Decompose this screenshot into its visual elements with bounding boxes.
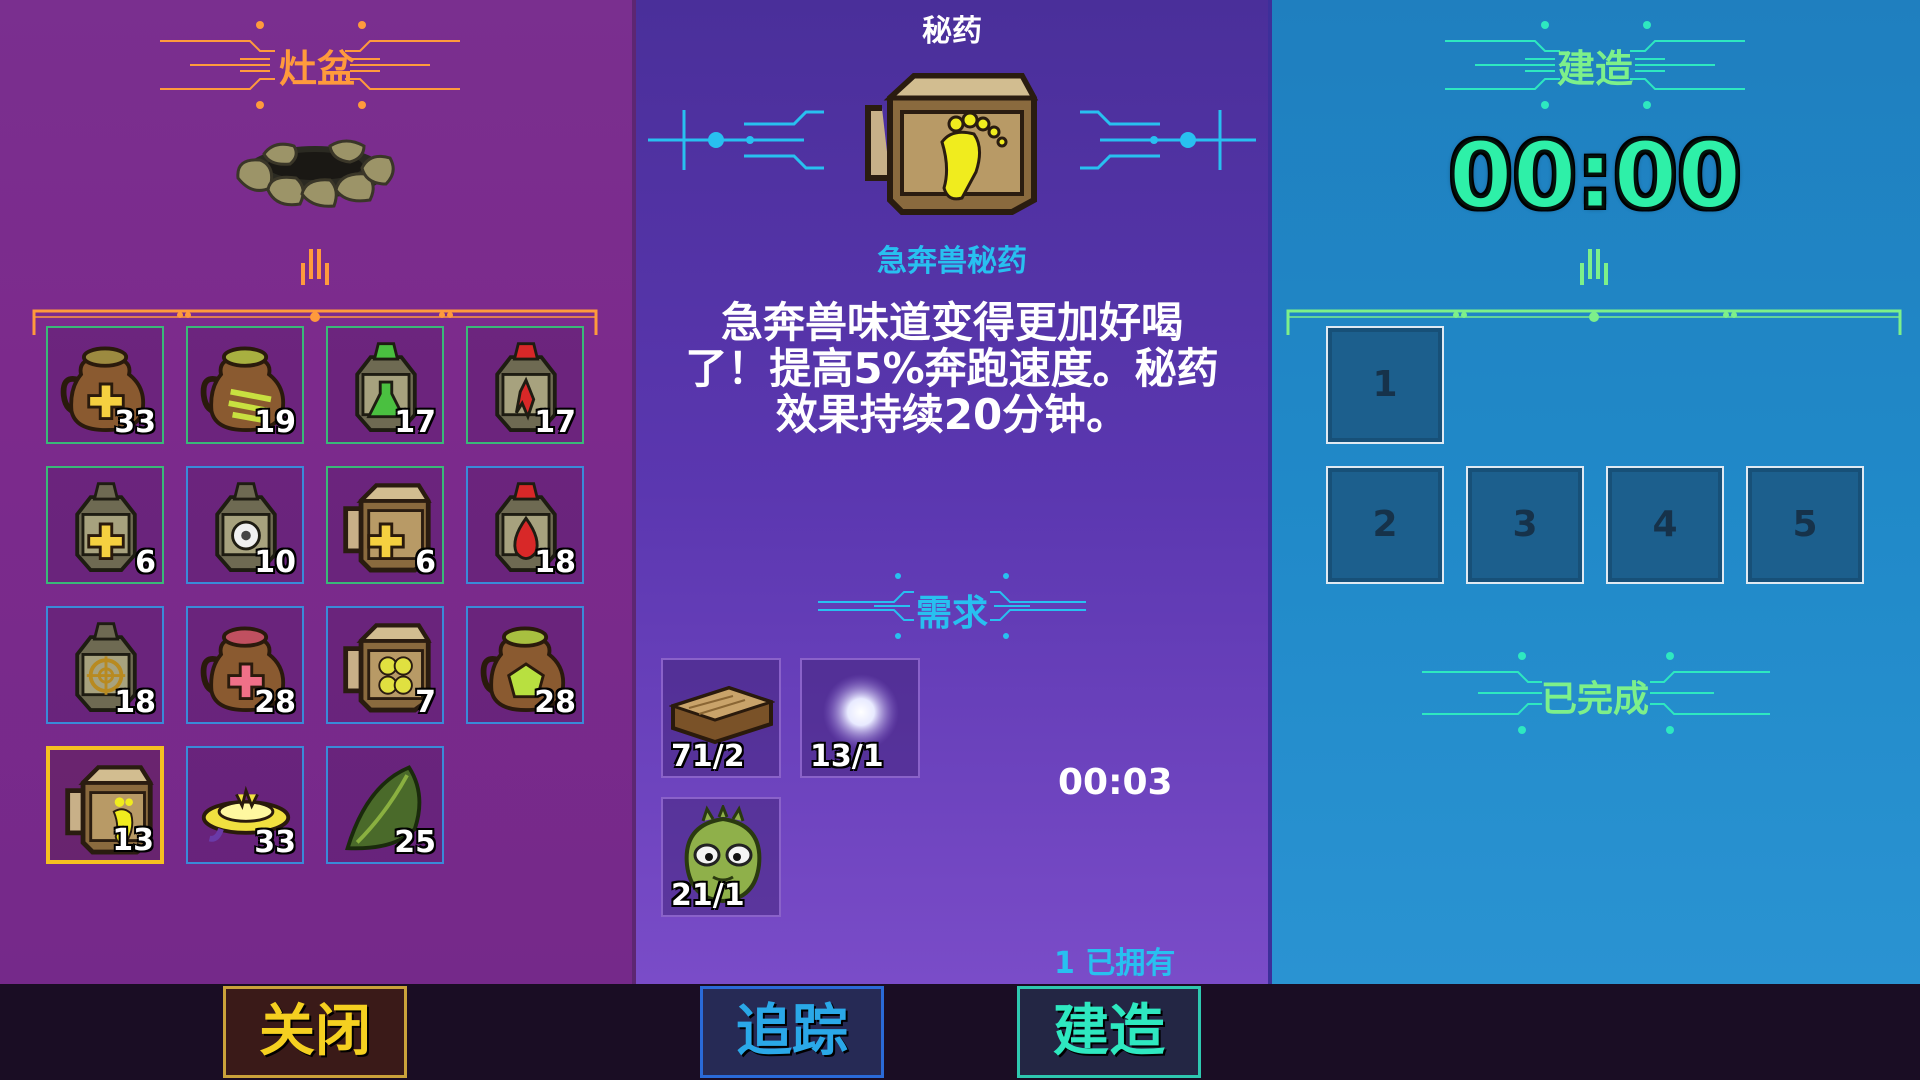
queue-slot[interactable]: 2 (1326, 466, 1444, 584)
build-timer: 00:00 (1447, 121, 1743, 231)
inventory-slot[interactable]: 7 (326, 606, 444, 724)
item-name: 急奔兽秘药 (877, 244, 1027, 279)
item-count: 33 (114, 405, 156, 440)
description-line: 效果持续20分钟。 (775, 390, 1129, 439)
panel-separator (632, 0, 636, 984)
queue-divider (1286, 249, 1902, 335)
queue-slot-number: 4 (1652, 504, 1678, 545)
description-line: 急奔兽味道变得更加好喝 (720, 298, 1183, 347)
requirement-count: 71/2 (671, 739, 745, 774)
requirement-count: 21/1 (671, 878, 745, 913)
panel-title: 灶盆 (278, 47, 355, 91)
inventory-slot[interactable]: 17 (326, 326, 444, 444)
panel-title: 建造 (1556, 47, 1633, 91)
inventory-slot[interactable]: 28 (186, 606, 304, 724)
inventory-slot[interactable]: 19 (186, 326, 304, 444)
requirements-title: 需求 (915, 593, 988, 634)
item-count: 25 (394, 825, 436, 860)
item-count: 18 (114, 685, 156, 720)
inventory-slot[interactable]: 6 (326, 466, 444, 584)
fire-pit-icon (236, 139, 395, 208)
inventory-slot[interactable]: 25 (326, 746, 444, 864)
requirement-slot[interactable]: 71/2 (661, 658, 781, 778)
item-count: 17 (394, 405, 436, 440)
recipe-panel: 秘药 急奔兽秘药 急奔兽味道变得更加好喝 了！提高5%奔跑速度。秘药 效果持续2… (634, 0, 1270, 984)
wood-plank-icon (669, 685, 775, 745)
requirement-slot[interactable]: 13/1 (800, 658, 920, 778)
queue-slot-number: 1 (1372, 364, 1398, 405)
description-line: 了！提高5%奔跑速度。秘药 (685, 344, 1219, 393)
stove-panel: 灶盆 33 19 17 17 6 10 6 18 18 28 7 28 13 33 25 (0, 0, 634, 984)
inventory-slot[interactable]: 28 (466, 606, 584, 724)
inventory-slot[interactable]: 17 (466, 326, 584, 444)
queue-slot-number: 5 (1792, 504, 1818, 545)
queue-slot[interactable]: 3 (1466, 466, 1584, 584)
item-count: 10 (254, 545, 296, 580)
inventory-divider (32, 249, 598, 335)
recipe-header: 秘药 (922, 14, 982, 49)
item-count: 18 (534, 545, 576, 580)
mug-footprint-icon (865, 73, 1039, 215)
queue-slot[interactable]: 1 (1326, 326, 1444, 444)
item-count: 6 (415, 545, 436, 580)
inventory-slot[interactable]: 6 (46, 466, 164, 584)
build-panel: 建造 00:00 1 2 3 4 5 已完成 (1270, 0, 1920, 984)
craft-time: 00:03 (1058, 762, 1173, 803)
item-count: 19 (254, 405, 296, 440)
requirement-count: 13/1 (810, 739, 884, 774)
completed-title: 已完成 (1540, 679, 1649, 720)
queue-slot-number: 3 (1512, 504, 1538, 545)
close-button[interactable]: 关闭 (223, 986, 407, 1078)
item-count: 33 (254, 825, 296, 860)
queue-slot-number: 2 (1372, 504, 1398, 545)
inventory-slot[interactable]: 18 (466, 466, 584, 584)
inventory-slot[interactable]: 33 (46, 326, 164, 444)
item-count: 13 (112, 823, 154, 858)
inventory-slot[interactable]: 10 (186, 466, 304, 584)
queue-slot[interactable]: 4 (1606, 466, 1724, 584)
build-button[interactable]: 建造 (1017, 986, 1201, 1078)
item-count: 28 (534, 685, 576, 720)
queue-slot[interactable]: 5 (1746, 466, 1864, 584)
item-count: 17 (534, 405, 576, 440)
owned-count: 1 已拥有 (1054, 946, 1176, 981)
panel-separator (1268, 0, 1272, 984)
inventory-slot[interactable]: 13 (46, 746, 164, 864)
inventory-slot[interactable]: 33 (186, 746, 304, 864)
requirement-slot[interactable]: 21/1 (661, 797, 781, 917)
item-description: 急奔兽味道变得更加好喝 了！提高5%奔跑速度。秘药 效果持续20分钟。 (634, 300, 1270, 438)
item-count: 7 (415, 685, 436, 720)
inventory-slot[interactable]: 18 (46, 606, 164, 724)
item-count: 6 (135, 545, 156, 580)
item-count: 28 (254, 685, 296, 720)
track-button[interactable]: 追踪 (700, 986, 884, 1078)
